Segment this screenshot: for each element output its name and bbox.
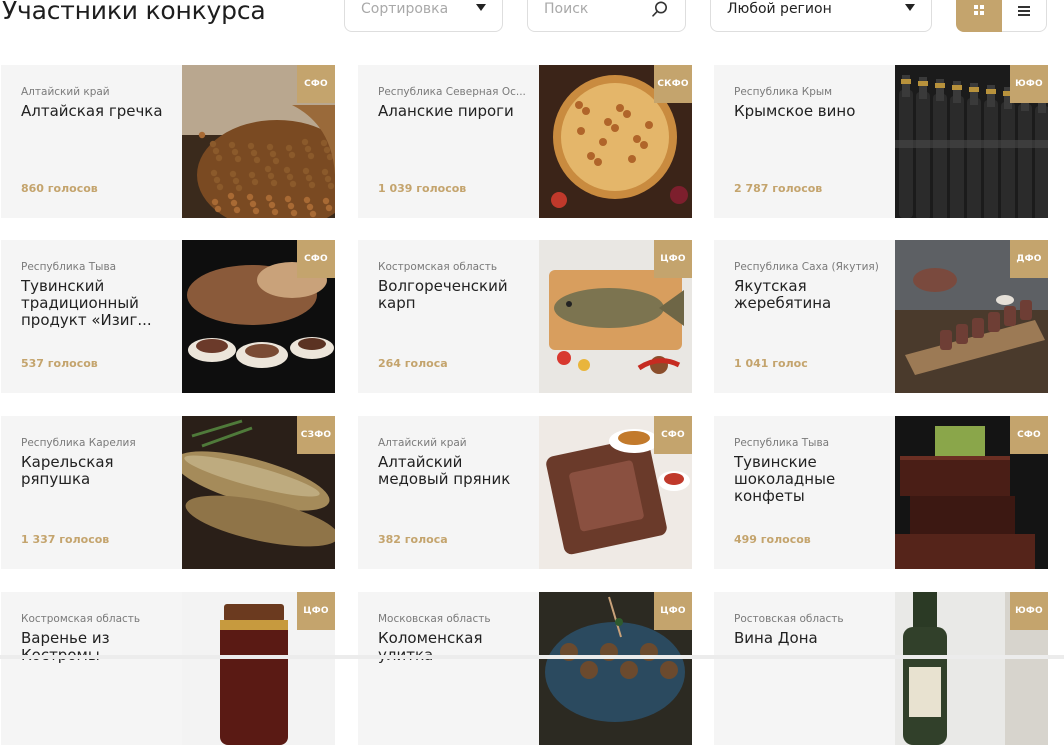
district-badge: ЮФО — [1010, 65, 1048, 103]
card-region: Республика Крым — [734, 86, 833, 98]
district-badge: ДФО — [1010, 240, 1048, 278]
chevron-down-icon — [476, 4, 486, 11]
region-select[interactable]: Любой регион — [710, 0, 932, 32]
card-region: Алтайский край — [378, 437, 467, 449]
card-region: Костромская область — [378, 261, 498, 273]
card-title[interactable]: Вина Дона — [734, 630, 890, 647]
district-badge: ЦФО — [297, 592, 335, 630]
card-votes: 1 041 голос — [734, 357, 808, 370]
district-badge: ЮФО — [1010, 592, 1048, 630]
participant-card[interactable]: Республика Крым Крымское вино 2 787 голо… — [714, 65, 1048, 218]
participant-card[interactable]: Костромская область Варенье из Костромы … — [1, 592, 335, 745]
district-badge: СФО — [297, 65, 335, 103]
search-input[interactable]: Поиск — [527, 0, 686, 32]
card-title[interactable]: Якутская жеребятина — [734, 278, 890, 312]
participant-card[interactable]: Алтайский край Алтайская гречка 860 голо… — [1, 65, 335, 218]
card-title[interactable]: Тувинский традиционный продукт «Изиг... — [21, 278, 177, 329]
card-title[interactable]: Алтайский медовый пряник — [378, 454, 534, 488]
district-badge: СЗФО — [297, 416, 335, 454]
card-title[interactable]: Алтайская гречка — [21, 103, 177, 120]
participant-card[interactable]: Республика Тыва Тувинские шоколадные кон… — [714, 416, 1048, 569]
card-region: Алтайский край — [21, 86, 110, 98]
list-view-icon — [1018, 6, 1030, 16]
grid-view-button[interactable] — [956, 0, 1002, 32]
card-votes: 1 337 голосов — [21, 533, 110, 546]
card-votes: 1 039 голосов — [378, 182, 467, 195]
card-votes: 382 голоса — [378, 533, 448, 546]
search-placeholder: Поиск — [544, 1, 589, 17]
card-title[interactable]: Аланские пироги — [378, 103, 534, 120]
card-region: Республика Саха (Якутия) — [734, 261, 879, 273]
district-badge: СФО — [654, 416, 692, 454]
card-region: Республика Северная Ос... — [378, 86, 526, 98]
page-title: Участники конкурса — [2, 0, 266, 25]
card-region: Московская область — [378, 613, 491, 625]
participant-card[interactable]: Республика Карелия Карельская ряпушка 1 … — [1, 416, 335, 569]
card-region: Республика Тыва — [734, 437, 830, 449]
district-badge: СФО — [297, 240, 335, 278]
card-region: Республика Карелия — [21, 437, 136, 449]
participant-card[interactable]: Алтайский край Алтайский медовый пряник … — [358, 416, 692, 569]
card-votes: 499 голосов — [734, 533, 811, 546]
search-icon[interactable] — [651, 0, 669, 18]
card-votes: 2 787 голосов — [734, 182, 823, 195]
district-badge: ЦФО — [654, 240, 692, 278]
participant-card[interactable]: Костромская область Волгореченский карп … — [358, 240, 692, 393]
participant-card[interactable]: Республика Саха (Якутия) Якутская жеребя… — [714, 240, 1048, 393]
card-votes: 860 голосов — [21, 182, 98, 195]
card-votes: 264 голоса — [378, 357, 448, 370]
scrollbar-track[interactable] — [0, 655, 1064, 659]
district-badge: СФО — [1010, 416, 1048, 454]
card-title[interactable]: Тувинские шоколадные конфеты — [734, 454, 890, 505]
toolbar: Участники конкурса Сортировка Поиск Любо… — [0, 0, 1064, 40]
participant-card[interactable]: Республика Северная Ос... Аланские пирог… — [358, 65, 692, 218]
card-region: Ростовская область — [734, 613, 844, 625]
district-badge: СКФО — [654, 65, 692, 103]
card-region: Костромская область — [21, 613, 141, 625]
card-votes: 537 голосов — [21, 357, 98, 370]
region-select-value: Любой регион — [727, 1, 832, 17]
participant-card[interactable]: Республика Тыва Тувинский традиционный п… — [1, 240, 335, 393]
grid-view-icon — [974, 5, 984, 15]
card-region: Республика Тыва — [21, 261, 117, 273]
sort-dropdown[interactable]: Сортировка — [344, 0, 503, 32]
sort-placeholder: Сортировка — [361, 1, 449, 17]
card-title[interactable]: Карельская ряпушка — [21, 454, 177, 488]
card-title[interactable]: Крымское вино — [734, 103, 890, 120]
participant-card[interactable]: Московская область Коломенская улитка ЦФ… — [358, 592, 692, 745]
participant-card[interactable]: Ростовская область Вина Дона ЮФО — [714, 592, 1048, 745]
chevron-down-icon — [905, 4, 915, 11]
district-badge: ЦФО — [654, 592, 692, 630]
card-title[interactable]: Волгореченский карп — [378, 278, 534, 312]
list-view-button[interactable] — [1002, 0, 1047, 32]
